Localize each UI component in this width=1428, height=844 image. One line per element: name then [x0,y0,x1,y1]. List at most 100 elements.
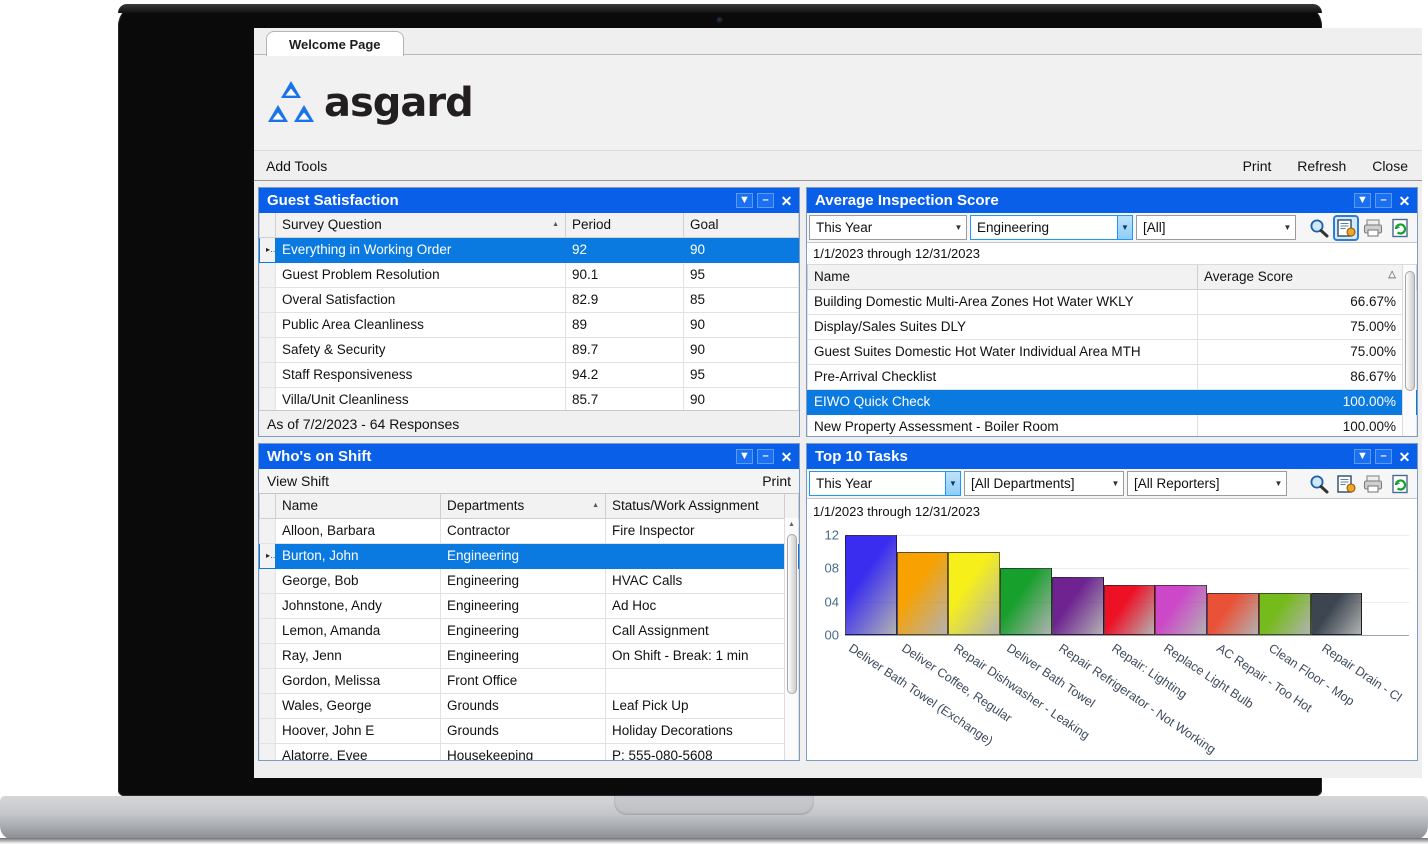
table-row[interactable]: Guest Suites Domestic Hot Water Individu… [807,338,1417,365]
date-range-label: 1/1/2023 through 12/31/2023 [813,503,980,519]
table-row[interactable]: Lemon, Amanda Engineering Call Assignment [259,617,799,644]
table-row[interactable]: ▸ Burton, John Engineering [259,542,799,569]
print-icon[interactable] [1362,473,1384,495]
table-row[interactable]: Overal Satisfaction 82.9 85 [259,286,799,313]
tab-welcome-page[interactable]: Welcome Page [266,31,404,56]
guest-satisfaction-table: Survey Question Period Goal ▸Everything … [259,213,799,410]
refresh-button[interactable]: Refresh [1297,158,1346,174]
bar-fill [1310,593,1363,635]
table-row[interactable]: George, Bob Engineering HVAC Calls [259,567,799,594]
table-row[interactable]: New Property Assessment - Boiler Room 100… [807,413,1417,436]
table-row[interactable]: Pre-Arrival Checklist 86.67% [807,363,1417,390]
table-row[interactable]: Display/Sales Suites DLY 75.00% [807,313,1417,340]
filter-department-dropdown[interactable]: Engineering ▼ [970,215,1133,240]
row-indicator [259,642,276,669]
cell-department: Grounds [440,717,606,744]
add-tools-button[interactable]: Add Tools [266,158,327,174]
panel-close-icon[interactable]: ✕ [778,193,795,208]
report-settings-icon[interactable] [1335,216,1357,239]
table-row[interactable]: Alatorre, Evee Housekeeping P: 555-080-560… [259,742,799,760]
table-header-row: Name Departments Status/Work Assignment [259,494,799,519]
table-row[interactable]: Staff Responsiveness 94.2 95 [259,361,799,388]
print-button[interactable]: Print [1243,158,1272,174]
panel-minimize-icon[interactable]: – [1375,449,1392,464]
table-row[interactable]: Villa/Unit Cleanliness 85.7 90 [259,386,799,410]
filter-reporters-dropdown[interactable]: [All Reporters] ▼ [1127,471,1287,496]
table-row[interactable]: Gordon, Melissa Front Office [259,667,799,694]
column-header-survey-question[interactable]: Survey Question [275,213,566,238]
cell-average-score: 75.00% [1197,313,1403,340]
cell-goal: 90 [683,311,799,338]
table-row[interactable]: Alloon, Barbara Contractor Fire Inspector [259,517,799,544]
view-shift-button[interactable]: View Shift [267,473,329,489]
export-refresh-icon[interactable] [1389,473,1411,495]
bar[interactable] [1155,535,1208,635]
bar[interactable] [896,535,949,635]
filter-period-dropdown[interactable]: This Year ▼ [809,471,961,496]
inspection-scrollbar[interactable] [1402,265,1416,436]
row-indicator-header [259,213,276,238]
table-row[interactable]: Guest Problem Resolution 90.1 95 [259,261,799,288]
bar[interactable] [845,535,897,635]
column-header-name[interactable]: Name [807,265,1198,290]
column-header-name[interactable]: Name [275,494,441,519]
panel-close-icon[interactable]: ✕ [1396,193,1413,208]
table-row[interactable]: Hoover, John E Grounds Holiday Decorations [259,717,799,744]
search-icon[interactable] [1308,217,1330,239]
guest-satisfaction-footer: As of 7/2/2023 - 64 Responses [259,410,799,436]
panel-title: Who's on Shift [267,448,372,465]
column-header-spacer [784,494,799,519]
cell-goal: 90 [683,236,799,263]
panel-minimize-icon[interactable]: – [757,193,774,208]
whos-on-shift-scrollbar[interactable]: ▲ [784,518,798,760]
panel-dropdown-icon[interactable]: ▼ [736,193,753,208]
table-row[interactable]: Wales, George Grounds Leaf Pick Up [259,692,799,719]
panel-minimize-icon[interactable]: – [757,449,774,464]
bar[interactable] [1000,535,1052,635]
panel-close-icon[interactable]: ✕ [778,449,795,464]
bar[interactable] [1207,535,1259,635]
row-indicator [259,336,276,363]
panel-close-icon[interactable]: ✕ [1396,449,1413,464]
table-row[interactable]: EIWO Quick Check 100.00% [807,388,1417,415]
whos-on-shift-table: Name Departments Status/Work Assignment … [259,494,799,760]
table-row[interactable]: Johnstone, Andy Engineering Ad Hoc [259,592,799,619]
panel-dropdown-icon[interactable]: ▼ [736,449,753,464]
table-row[interactable]: ▸ Everything in Working Order 92 90 [259,236,799,263]
panel-average-inspection-score: Average Inspection Score ▼ – ✕ This Year… [806,187,1418,437]
table-row[interactable]: Safety & Security 89.7 90 [259,336,799,363]
left-column: Guest Satisfaction ▼ – ✕ Survey Question… [258,187,800,761]
export-refresh-icon[interactable] [1389,217,1411,239]
close-button[interactable]: Close [1372,158,1408,174]
bar[interactable] [1103,535,1156,635]
print-link[interactable]: Print [762,473,791,489]
scrollbar-thumb[interactable] [787,534,797,694]
filter-period-dropdown[interactable]: This Year ▼ [809,215,967,240]
filter-all-dropdown[interactable]: [All] ▼ [1136,215,1296,240]
panel-minimize-icon[interactable]: – [1375,193,1392,208]
table-row[interactable]: Ray, Jenn Engineering On Shift - Break: 1 … [259,642,799,669]
chart-right-clip [1409,523,1417,760]
table-row[interactable]: Building Domestic Multi-Area Zones Hot W… [807,288,1417,315]
filter-departments-value: [All Departments] [971,476,1075,491]
column-header-period[interactable]: Period [565,213,684,238]
panel-dropdown-icon[interactable]: ▼ [1354,449,1371,464]
scrollbar-thumb[interactable] [1405,271,1415,391]
panel-dropdown-icon[interactable]: ▼ [1354,193,1371,208]
bar[interactable] [1051,535,1104,635]
row-indicator-header [259,494,276,519]
scroll-up-icon[interactable]: ▲ [785,518,798,531]
column-header-status[interactable]: Status/Work Assignment [605,494,785,519]
column-header-departments[interactable]: Departments [440,494,606,519]
print-icon[interactable] [1362,217,1384,239]
bar[interactable] [948,535,1001,635]
bar[interactable] [1258,535,1311,635]
bar[interactable] [1310,535,1363,635]
search-icon[interactable] [1308,473,1330,495]
table-row[interactable]: Public Area Cleanliness 89 90 [259,311,799,338]
column-header-goal[interactable]: Goal [683,213,799,238]
report-settings-icon[interactable] [1335,473,1357,495]
app-screen: Welcome Page asgard Add Tools Print Refr… [254,28,1422,778]
filter-departments-dropdown[interactable]: [All Departments] ▼ [964,471,1124,496]
column-header-average-score[interactable]: Average Score [1197,265,1403,290]
